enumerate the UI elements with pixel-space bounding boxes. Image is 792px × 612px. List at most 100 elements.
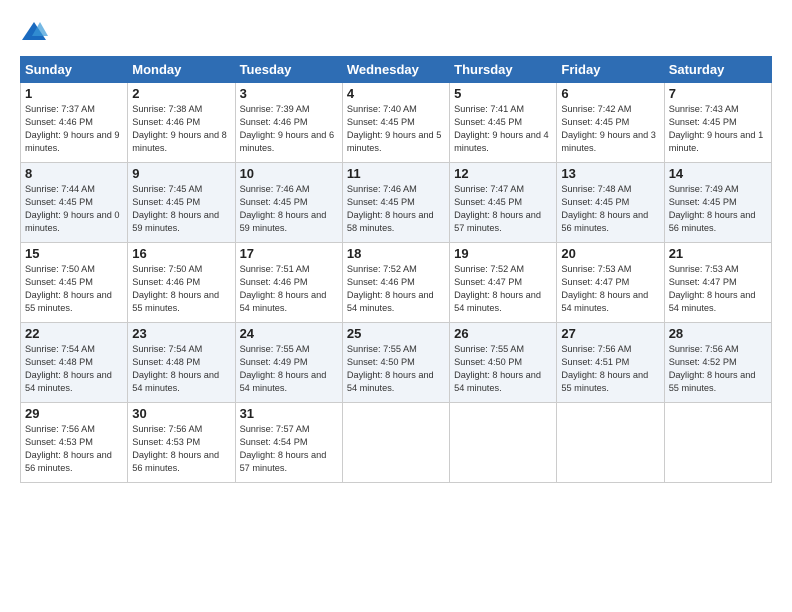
day-number: 30: [132, 406, 230, 421]
day-number: 1: [25, 86, 123, 101]
day-number: 29: [25, 406, 123, 421]
day-number: 8: [25, 166, 123, 181]
week-row-1: 1 Sunrise: 7:37 AMSunset: 4:46 PMDaylight…: [21, 83, 772, 163]
day-info: Sunrise: 7:51 AMSunset: 4:46 PMDaylight:…: [240, 264, 327, 313]
day-number: 4: [347, 86, 445, 101]
day-info: Sunrise: 7:53 AMSunset: 4:47 PMDaylight:…: [561, 264, 648, 313]
day-cell: 9 Sunrise: 7:45 AMSunset: 4:45 PMDaylight…: [128, 163, 235, 243]
day-cell: 30 Sunrise: 7:56 AMSunset: 4:53 PMDayligh…: [128, 403, 235, 483]
day-cell: 29 Sunrise: 7:56 AMSunset: 4:53 PMDayligh…: [21, 403, 128, 483]
header-cell-monday: Monday: [128, 57, 235, 83]
day-number: 9: [132, 166, 230, 181]
day-info: Sunrise: 7:37 AMSunset: 4:46 PMDaylight:…: [25, 104, 120, 153]
day-number: 26: [454, 326, 552, 341]
day-number: 22: [25, 326, 123, 341]
day-cell: 20Sunrise: 7:53 AMSunset: 4:47 PMDayligh…: [557, 243, 664, 323]
day-number: 12: [454, 166, 552, 181]
day-info: Sunrise: 7:52 AMSunset: 4:47 PMDaylight:…: [454, 264, 541, 313]
header-cell-tuesday: Tuesday: [235, 57, 342, 83]
day-number: 14: [669, 166, 767, 181]
day-number: 19: [454, 246, 552, 261]
calendar-body: 1 Sunrise: 7:37 AMSunset: 4:46 PMDaylight…: [21, 83, 772, 483]
day-cell: 31 Sunrise: 7:57 AMSunset: 4:54 PMDayligh…: [235, 403, 342, 483]
day-info: Sunrise: 7:43 AMSunset: 4:45 PMDaylight:…: [669, 104, 764, 153]
day-info: Sunrise: 7:54 AMSunset: 4:48 PMDaylight:…: [132, 344, 219, 393]
day-info: Sunrise: 7:56 AMSunset: 4:53 PMDaylight:…: [25, 424, 112, 473]
day-info: Sunrise: 7:48 AMSunset: 4:45 PMDaylight:…: [561, 184, 648, 233]
day-number: 21: [669, 246, 767, 261]
header: [20, 18, 772, 46]
week-row-3: 15Sunrise: 7:50 AMSunset: 4:45 PMDayligh…: [21, 243, 772, 323]
calendar-header-row: SundayMondayTuesdayWednesdayThursdayFrid…: [21, 57, 772, 83]
day-cell: 3 Sunrise: 7:39 AMSunset: 4:46 PMDaylight…: [235, 83, 342, 163]
day-cell: 10Sunrise: 7:46 AMSunset: 4:45 PMDayligh…: [235, 163, 342, 243]
day-cell: 28 Sunrise: 7:56 AMSunset: 4:52 PMDayligh…: [664, 323, 771, 403]
day-number: 25: [347, 326, 445, 341]
day-info: Sunrise: 7:44 AMSunset: 4:45 PMDaylight:…: [25, 184, 120, 233]
day-cell: 19 Sunrise: 7:52 AMSunset: 4:47 PMDayligh…: [450, 243, 557, 323]
day-cell: 26 Sunrise: 7:55 AMSunset: 4:50 PMDayligh…: [450, 323, 557, 403]
day-cell: 8 Sunrise: 7:44 AMSunset: 4:45 PMDaylight…: [21, 163, 128, 243]
day-cell: 21 Sunrise: 7:53 AMSunset: 4:47 PMDayligh…: [664, 243, 771, 323]
day-cell: 27Sunrise: 7:56 AMSunset: 4:51 PMDayligh…: [557, 323, 664, 403]
day-number: 13: [561, 166, 659, 181]
day-cell: 25 Sunrise: 7:55 AMSunset: 4:50 PMDayligh…: [342, 323, 449, 403]
day-number: 23: [132, 326, 230, 341]
day-cell: 12 Sunrise: 7:47 AMSunset: 4:45 PMDayligh…: [450, 163, 557, 243]
day-cell: 2 Sunrise: 7:38 AMSunset: 4:46 PMDaylight…: [128, 83, 235, 163]
day-info: Sunrise: 7:55 AMSunset: 4:50 PMDaylight:…: [347, 344, 434, 393]
week-row-5: 29 Sunrise: 7:56 AMSunset: 4:53 PMDayligh…: [21, 403, 772, 483]
day-number: 18: [347, 246, 445, 261]
day-number: 24: [240, 326, 338, 341]
day-cell: 18 Sunrise: 7:52 AMSunset: 4:46 PMDayligh…: [342, 243, 449, 323]
day-info: Sunrise: 7:45 AMSunset: 4:45 PMDaylight:…: [132, 184, 219, 233]
day-number: 11: [347, 166, 445, 181]
day-number: 27: [561, 326, 659, 341]
header-cell-wednesday: Wednesday: [342, 57, 449, 83]
day-info: Sunrise: 7:55 AMSunset: 4:49 PMDaylight:…: [240, 344, 327, 393]
day-info: Sunrise: 7:46 AMSunset: 4:45 PMDaylight:…: [240, 184, 327, 233]
day-cell: 1 Sunrise: 7:37 AMSunset: 4:46 PMDaylight…: [21, 83, 128, 163]
day-cell: [342, 403, 449, 483]
day-info: Sunrise: 7:39 AMSunset: 4:46 PMDaylight:…: [240, 104, 335, 153]
day-cell: 16 Sunrise: 7:50 AMSunset: 4:46 PMDayligh…: [128, 243, 235, 323]
day-info: Sunrise: 7:49 AMSunset: 4:45 PMDaylight:…: [669, 184, 756, 233]
day-cell: 24 Sunrise: 7:55 AMSunset: 4:49 PMDayligh…: [235, 323, 342, 403]
day-number: 6: [561, 86, 659, 101]
day-info: Sunrise: 7:47 AMSunset: 4:45 PMDaylight:…: [454, 184, 541, 233]
day-number: 2: [132, 86, 230, 101]
day-number: 5: [454, 86, 552, 101]
day-info: Sunrise: 7:56 AMSunset: 4:53 PMDaylight:…: [132, 424, 219, 473]
day-cell: 23 Sunrise: 7:54 AMSunset: 4:48 PMDayligh…: [128, 323, 235, 403]
day-cell: 4 Sunrise: 7:40 AMSunset: 4:45 PMDaylight…: [342, 83, 449, 163]
day-cell: 14 Sunrise: 7:49 AMSunset: 4:45 PMDayligh…: [664, 163, 771, 243]
logo-icon: [20, 18, 48, 46]
day-info: Sunrise: 7:38 AMSunset: 4:46 PMDaylight:…: [132, 104, 227, 153]
week-row-4: 22 Sunrise: 7:54 AMSunset: 4:48 PMDayligh…: [21, 323, 772, 403]
day-cell: 6Sunrise: 7:42 AMSunset: 4:45 PMDaylight…: [557, 83, 664, 163]
day-cell: [557, 403, 664, 483]
header-cell-saturday: Saturday: [664, 57, 771, 83]
day-cell: [450, 403, 557, 483]
day-cell: [664, 403, 771, 483]
header-cell-thursday: Thursday: [450, 57, 557, 83]
calendar-table: SundayMondayTuesdayWednesdayThursdayFrid…: [20, 56, 772, 483]
day-number: 16: [132, 246, 230, 261]
day-cell: 17Sunrise: 7:51 AMSunset: 4:46 PMDayligh…: [235, 243, 342, 323]
day-info: Sunrise: 7:52 AMSunset: 4:46 PMDaylight:…: [347, 264, 434, 313]
day-info: Sunrise: 7:57 AMSunset: 4:54 PMDaylight:…: [240, 424, 327, 473]
day-info: Sunrise: 7:40 AMSunset: 4:45 PMDaylight:…: [347, 104, 442, 153]
day-info: Sunrise: 7:41 AMSunset: 4:45 PMDaylight:…: [454, 104, 549, 153]
day-info: Sunrise: 7:50 AMSunset: 4:46 PMDaylight:…: [132, 264, 219, 313]
day-number: 31: [240, 406, 338, 421]
day-info: Sunrise: 7:55 AMSunset: 4:50 PMDaylight:…: [454, 344, 541, 393]
day-number: 28: [669, 326, 767, 341]
page: SundayMondayTuesdayWednesdayThursdayFrid…: [0, 0, 792, 493]
day-info: Sunrise: 7:46 AMSunset: 4:45 PMDaylight:…: [347, 184, 434, 233]
header-cell-sunday: Sunday: [21, 57, 128, 83]
day-info: Sunrise: 7:56 AMSunset: 4:52 PMDaylight:…: [669, 344, 756, 393]
day-cell: 11 Sunrise: 7:46 AMSunset: 4:45 PMDayligh…: [342, 163, 449, 243]
day-number: 7: [669, 86, 767, 101]
day-number: 3: [240, 86, 338, 101]
day-info: Sunrise: 7:53 AMSunset: 4:47 PMDaylight:…: [669, 264, 756, 313]
